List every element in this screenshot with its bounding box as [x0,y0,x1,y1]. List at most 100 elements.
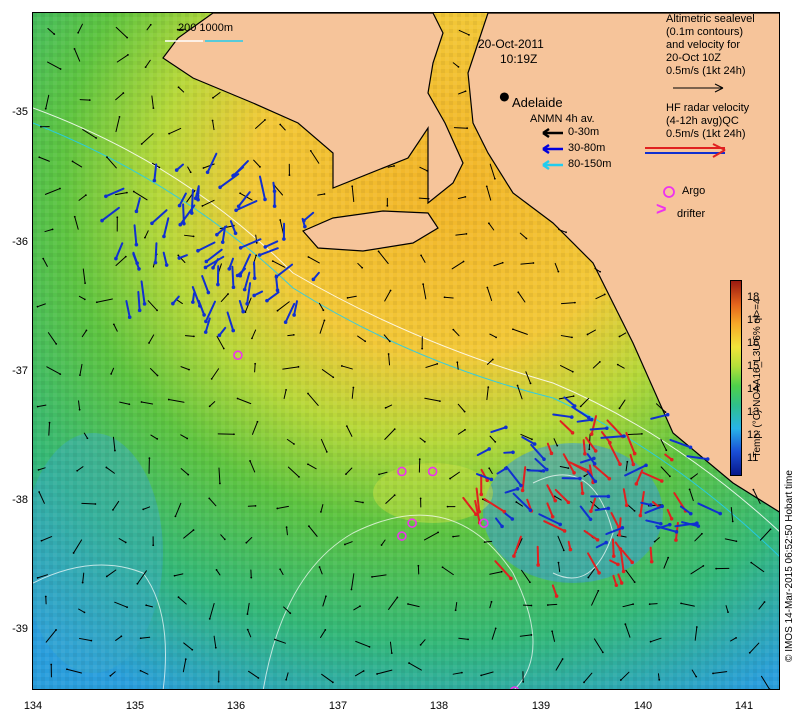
velocity-arrow-head [322,309,325,312]
velocity-arrow-head [516,384,519,387]
velocity-arrow-head [748,651,751,654]
velocity-arrow-head [580,491,585,496]
velocity-arrow-head [558,522,563,527]
velocity-arrow-head [464,428,466,431]
velocity-arrow-head [167,398,170,401]
x-axis-tick: 141 [734,700,754,712]
velocity-arrow-head [254,505,257,507]
velocity-arrow-head [114,449,116,452]
velocity-arrow-head [279,568,282,571]
velocity-arrow-head [53,33,56,35]
velocity-arrow-head [530,604,533,607]
velocity-arrow-head [529,382,532,385]
velocity-arrow-head [705,457,710,461]
velocity-arrow [48,422,51,436]
velocity-arrow-head [158,166,161,169]
velocity-arrow-head [95,137,98,139]
velocity-arrow-head [617,532,622,537]
velocity-arrow-head [393,165,395,167]
velocity-arrow-head [695,626,698,628]
velocity-arrow-head [84,282,86,285]
velocity-arrow-head [387,353,390,355]
velocity-arrow-head [384,406,387,409]
velocity-arrow-head [271,260,274,262]
velocity-arrow-head [452,535,454,538]
velocity-arrow-head [235,273,240,278]
argo-legend-label: Argo [682,185,706,197]
velocity-arrow-head [634,482,639,486]
velocity-arrow-head [624,503,629,508]
velocity-arrow-head [293,443,295,445]
velocity-arrow-head [483,541,486,543]
velocity-arrow-head [616,363,619,366]
velocity-arrow-head [487,386,490,388]
velocity-arrow-head [292,313,296,317]
velocity-arrow-head [263,245,268,249]
velocity-arrow-head [279,219,282,221]
velocity-arrow-head [105,466,108,469]
velocity-arrow-head [644,463,648,468]
velocity-arrow-head [578,476,582,481]
velocity-arrow-head [390,652,393,655]
velocity-arrow-head [437,531,440,534]
velocity-arrow-head [55,343,58,345]
velocity-arrow-head [377,250,380,253]
velocity-arrow-head [494,440,497,443]
adelaide-label: Adelaide [512,95,563,110]
velocity-arrow-head [427,197,430,200]
velocity-arrow-head [178,222,183,227]
velocity-arrow-head [272,189,277,194]
velocity-arrow-head [59,68,62,70]
velocity-arrow-head [565,231,567,234]
velocity-arrow-head [252,276,257,281]
velocity-arrow-head [292,333,295,336]
velocity-arrow-head [549,451,554,456]
y-axis-tick: -36 [12,236,28,248]
velocity-arrow-head [589,432,594,436]
velocity-arrow-head [72,552,75,554]
velocity-arrow [453,127,468,129]
velocity-arrow-head [307,463,309,466]
velocity-arrow-head [583,681,585,684]
velocity-arrow-head [86,437,89,440]
velocity-arrow-head [696,524,701,528]
hf-radar-legend-scale: 0.5m/s (1kt 24h) [666,128,746,140]
velocity-arrow-head [297,365,300,368]
velocity-arrow-head [208,497,211,500]
velocity-arrow-head [189,171,192,174]
velocity-arrow-head [249,460,251,462]
velocity-arrow-head [553,498,558,503]
velocity-arrow-head [633,581,636,584]
velocity-arrow-head [649,559,654,564]
velocity-arrow-head [588,448,591,451]
velocity-arrow-head [763,601,766,603]
velocity-arrow-head [669,516,674,521]
velocity-arrow-head [378,473,380,476]
velocity-arrow-head [583,452,587,456]
velocity-arrow-head [182,221,186,226]
velocity-arrow-head [659,479,664,483]
velocity-arrow-head [362,670,365,672]
velocity-arrow-head [488,467,491,470]
velocity-arrow-head [618,462,622,466]
velocity-arrow-head [40,539,43,542]
velocity-arrow-head [100,218,104,223]
velocity-arrow-head [132,190,135,193]
velocity-arrow-head [309,150,312,152]
velocity-arrow-head [323,319,326,322]
velocity-arrow [582,439,586,455]
velocity-arrow-head [191,648,194,651]
velocity-arrow-head [344,543,346,546]
velocity-arrow-head [218,185,222,190]
x-axis-tick: 138 [429,700,449,712]
velocity-arrow-head [658,521,663,526]
altimetry-legend-line4: 20-Oct 10Z [666,52,722,64]
velocity-arrow-head [264,119,266,121]
velocity-arrow-head [446,505,449,508]
velocity-arrow-head [422,283,425,285]
y-axis-tick: -38 [12,494,28,506]
velocity-arrow-head [664,411,667,414]
velocity-arrow-head [423,440,426,443]
velocity-arrow-head [152,107,155,110]
velocity-arrow-head [630,560,635,565]
